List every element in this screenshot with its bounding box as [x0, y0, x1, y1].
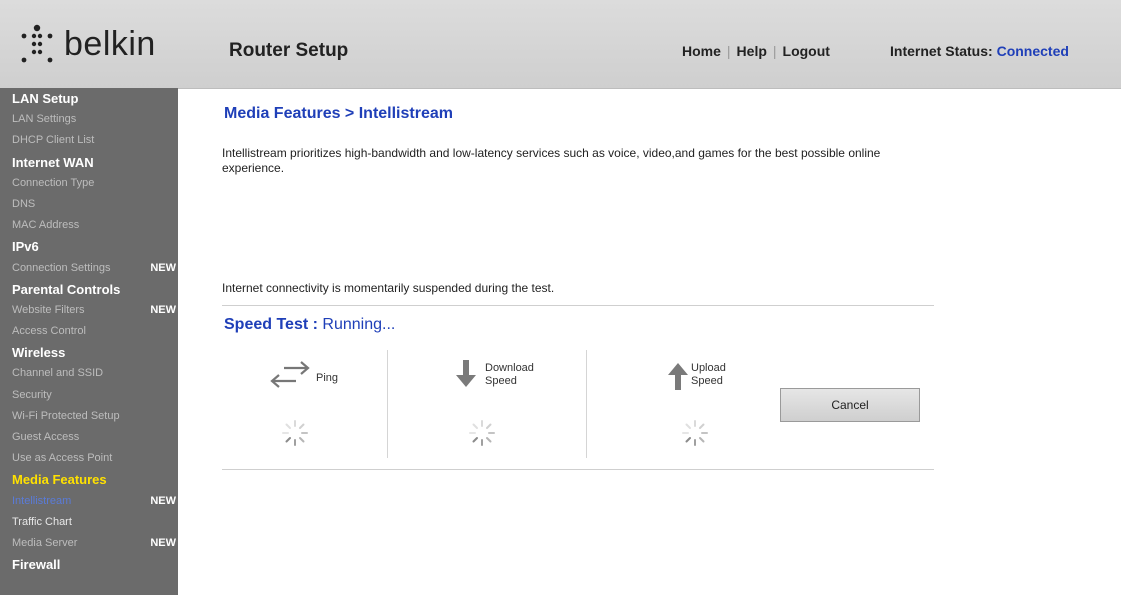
sidebar-item-label: Intellistream	[12, 494, 72, 507]
sidebar-item-label: Traffic Chart	[12, 515, 72, 528]
main-content: Media Features > Intellistream Intellist…	[178, 88, 1121, 595]
sidebar-section-label: Media Features	[12, 472, 107, 488]
brand-name: belkin	[64, 24, 156, 63]
internet-status: Internet Status: Connected	[890, 43, 1069, 59]
sidebar-item-label: DHCP Client List	[12, 134, 95, 147]
new-badge: NEW	[150, 536, 176, 549]
logout-link[interactable]: Logout	[783, 43, 830, 59]
sidebar-item-dns[interactable]: DNS	[0, 194, 178, 215]
sidebar-item-traffic-chart[interactable]: Traffic Chart	[0, 512, 178, 533]
connectivity-notice: Internet connectivity is momentarily sus…	[222, 281, 555, 295]
sidebar-item-website-filters[interactable]: Website Filters NEW	[0, 300, 178, 321]
cancel-button[interactable]: Cancel	[780, 388, 920, 422]
app-title: Router Setup	[229, 40, 349, 61]
sidebar-item-mac-address[interactable]: MAC Address	[0, 215, 178, 236]
sidebar-section-label: LAN Setup	[12, 91, 79, 106]
sidebar-item-use-as-access-point[interactable]: Use as Access Point	[0, 448, 178, 469]
sidebar-section-label: Parental Controls	[12, 281, 121, 297]
sidebar-item-label: Use as Access Point	[12, 452, 113, 465]
sidebar-item-label: Guest Access	[12, 431, 80, 443]
divider-top	[222, 305, 934, 306]
home-link[interactable]: Home	[682, 43, 721, 59]
sidebar-section-media-features: Media Features	[0, 469, 178, 490]
sidebar-item-label: Connection Settings	[12, 261, 111, 274]
belkin-dots-icon	[21, 24, 53, 63]
nav-separator: |	[726, 43, 731, 59]
sidebar-section-parental-controls: Parental Controls	[0, 279, 178, 300]
speed-test-heading: Speed Test : Running...	[224, 316, 395, 334]
upload-speed-label: Upload Speed	[691, 362, 726, 387]
sidebar-section-lan-setup: LAN Setup	[0, 88, 178, 109]
sidebar-item-dhcp-client-list[interactable]: DHCP Client List	[0, 130, 178, 151]
column-divider	[586, 350, 587, 458]
page-title: Media Features > Intellistream	[224, 105, 453, 122]
sidebar-item-security[interactable]: Security	[0, 385, 178, 406]
sidebar-item-channel-and-ssid[interactable]: Channel and SSID	[0, 363, 178, 384]
nav-separator: |	[772, 43, 777, 59]
sidebar-section-firewall: Firewall	[0, 554, 178, 575]
sidebar-item-label: Connection Type	[12, 176, 95, 189]
upload-loading-spinner-icon	[682, 420, 708, 446]
download-loading-spinner-icon	[469, 420, 495, 446]
download-speed-label: Download Speed	[485, 362, 534, 387]
speed-test-label: Speed Test :	[224, 316, 318, 333]
sidebar-section-wireless: Wireless	[0, 342, 178, 363]
sidebar-item-connection-type[interactable]: Connection Type	[0, 173, 178, 194]
sidebar-item-lan-settings[interactable]: LAN Settings	[0, 109, 178, 130]
sidebar-item-access-control[interactable]: Access Control	[0, 321, 178, 342]
upload-arrow-icon	[666, 362, 690, 395]
sidebar-section-internet-wan: Internet WAN	[0, 152, 178, 173]
internet-status-label: Internet Status:	[890, 43, 993, 59]
sidebar-section-label: Firewall	[12, 557, 61, 573]
top-nav: Home | Help | Logout	[682, 43, 830, 59]
top-header: belkin Router Setup Home | Help | Logout…	[0, 0, 1121, 89]
sidebar-section-label: Wireless	[12, 345, 66, 361]
sidebar-item-guest-access[interactable]: Guest Access	[0, 427, 178, 448]
sidebar-item-label: Access Control	[12, 325, 86, 338]
sidebar-item-intellistream[interactable]: Intellistream NEW	[0, 491, 178, 512]
sidebar-item-label: Website Filters	[12, 303, 85, 316]
divider-bottom	[222, 469, 934, 470]
ping-label: Ping	[316, 372, 339, 384]
sidebar-item-connection-settings[interactable]: Connection Settings NEW	[0, 258, 178, 279]
sidebar: LAN Setup LAN Settings DHCP Client List …	[0, 88, 178, 595]
new-badge: NEW	[150, 303, 176, 316]
sidebar-item-label: MAC Address	[12, 219, 80, 232]
new-badge: NEW	[150, 494, 176, 507]
download-arrow-icon	[454, 360, 478, 393]
sidebar-item-label: Media Server	[12, 536, 78, 549]
sidebar-section-ipv6: IPv6	[0, 236, 178, 257]
sidebar-section-label: Internet WAN	[12, 154, 94, 170]
sidebar-item-label: Security	[12, 388, 52, 401]
column-divider	[387, 350, 388, 458]
sidebar-item-media-server[interactable]: Media Server NEW	[0, 533, 178, 554]
sidebar-item-label: Wi-Fi Protected Setup	[12, 409, 120, 422]
sidebar-item-wifi-protected-setup[interactable]: Wi-Fi Protected Setup	[0, 406, 178, 427]
help-link[interactable]: Help	[737, 43, 767, 59]
sidebar-section-label: IPv6	[12, 239, 39, 255]
sidebar-item-label: DNS	[12, 197, 36, 210]
belkin-logo: belkin	[20, 18, 156, 70]
ping-arrows-icon	[268, 360, 312, 395]
internet-status-value[interactable]: Connected	[997, 43, 1069, 59]
page-description: Intellistream prioritizes high-bandwidth…	[222, 146, 881, 175]
sidebar-item-label: LAN Settings	[12, 113, 77, 126]
sidebar-item-label: Channel and SSID	[12, 367, 104, 380]
ping-loading-spinner-icon	[282, 420, 308, 446]
speed-test-status: Running...	[322, 316, 396, 333]
new-badge: NEW	[150, 261, 176, 274]
